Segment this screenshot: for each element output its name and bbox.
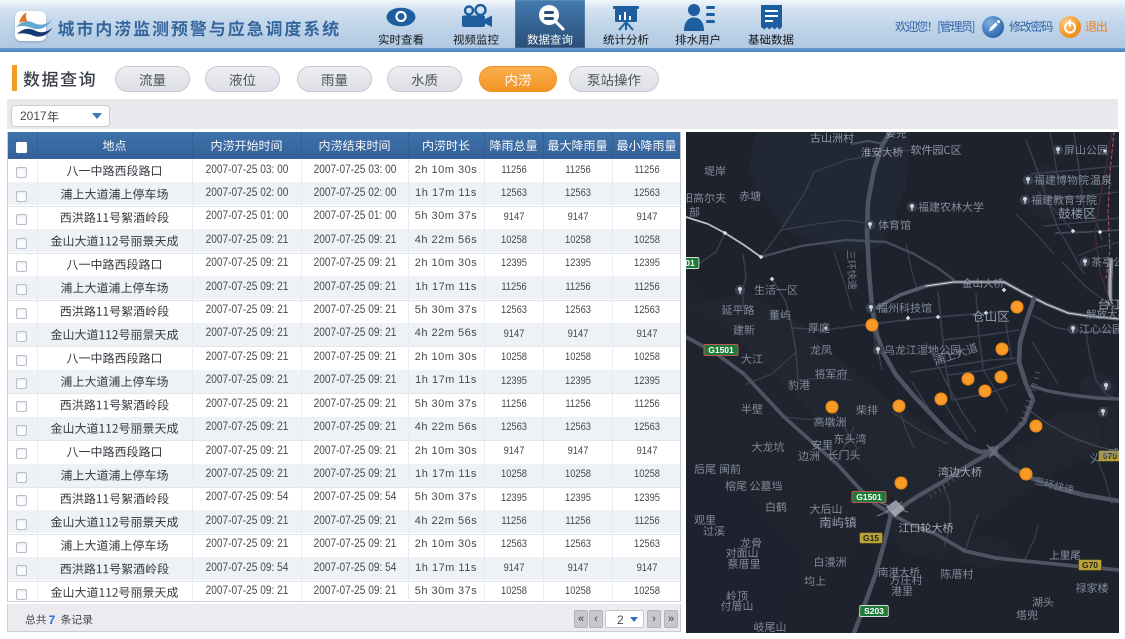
svg-text:G15: G15: [863, 533, 879, 543]
svg-text:G1501: G1501: [856, 492, 882, 502]
svg-text:01: 01: [686, 258, 695, 268]
svg-text:G70: G70: [1082, 560, 1098, 570]
svg-text:S203: S203: [864, 606, 884, 616]
svg-text:G1501: G1501: [708, 345, 734, 355]
